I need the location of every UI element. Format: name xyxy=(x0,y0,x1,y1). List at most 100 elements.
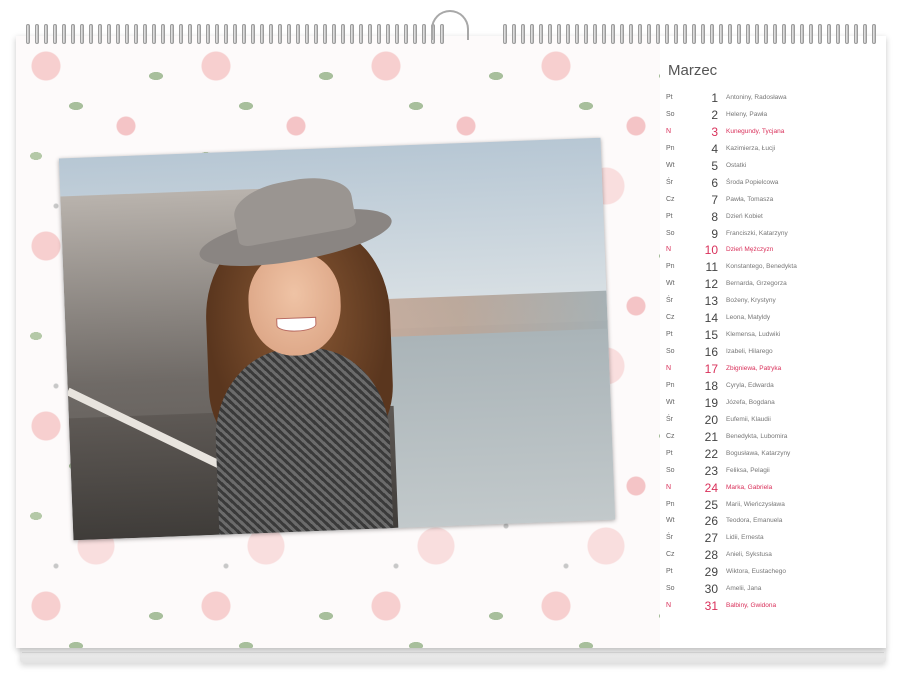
spiral-ring xyxy=(782,24,786,44)
day-row: Cz 21 Benedykta, Lubomira xyxy=(666,429,881,446)
day-row: Śr 20 Eufemii, Klaudii xyxy=(666,412,881,429)
day-of-week: Śr xyxy=(666,534,673,542)
day-of-week: N xyxy=(666,246,672,254)
day-of-week: Śr xyxy=(666,415,673,423)
day-number: 8 xyxy=(711,209,718,224)
spiral-ring xyxy=(548,24,552,44)
spiral-ring xyxy=(647,24,651,44)
spiral-ring xyxy=(746,24,750,44)
name-day: Wiktora, Eustachego xyxy=(726,568,786,576)
day-number: 7 xyxy=(711,192,718,207)
day-list: Pt 1 Antoniny, Radosława So 2 Heleny, Pawła N 3… xyxy=(666,90,881,615)
day-row: Śr 27 Lidii, Ernesta xyxy=(666,530,881,547)
spiral-ring xyxy=(728,24,732,44)
day-number: 13 xyxy=(704,294,718,309)
day-row: Pt 15 Klemensa, Ludwiki xyxy=(666,327,881,344)
spiral-ring xyxy=(332,24,336,44)
photo-woman-coat xyxy=(212,344,394,541)
spiral-ring xyxy=(845,24,849,44)
day-number: 24 xyxy=(704,480,718,495)
spiral-ring xyxy=(719,24,723,44)
day-row: Pn 18 Cyryla, Edwarda xyxy=(666,378,881,395)
spiral-ring xyxy=(80,24,84,44)
month-title: Marzec xyxy=(668,62,718,79)
day-row: Pt 1 Antoniny, Radosława xyxy=(666,90,881,107)
day-of-week: Wt xyxy=(666,517,675,525)
day-row: Pt 22 Bogusława, Katarzyny xyxy=(666,446,881,463)
name-day: Józefa, Bogdana xyxy=(726,398,775,406)
spiral-ring xyxy=(638,24,642,44)
spiral-ring xyxy=(665,24,669,44)
name-day: Lidii, Ernesta xyxy=(726,534,764,542)
day-row: Pt 29 Wiktora, Eustachego xyxy=(666,564,881,581)
day-number: 2 xyxy=(711,107,718,122)
day-number: 18 xyxy=(704,378,718,393)
day-row: Wt 19 Józefa, Bogdana xyxy=(666,395,881,412)
spiral-ring xyxy=(404,24,408,44)
spiral-ring xyxy=(683,24,687,44)
day-row: Pn 25 Marii, Wieńczysława xyxy=(666,497,881,514)
day-row: Wt 26 Teodora, Emanuela xyxy=(666,513,881,530)
spiral-ring xyxy=(854,24,858,44)
spiral-ring xyxy=(656,24,660,44)
day-number: 17 xyxy=(704,362,718,376)
spiral-ring xyxy=(557,24,561,44)
name-day: Teodora, Emanuela xyxy=(726,517,783,525)
day-of-week: Pt xyxy=(666,94,673,101)
name-day: Feliksa, Pelagii xyxy=(726,466,770,474)
day-number: 12 xyxy=(704,277,718,292)
spiral-ring xyxy=(116,24,120,44)
day-number: 30 xyxy=(704,582,718,597)
spiral-ring xyxy=(809,24,813,44)
spiral-ring xyxy=(422,24,426,44)
name-day: Amelii, Jana xyxy=(726,585,762,593)
spiral-ring xyxy=(701,24,705,44)
spiral-ring xyxy=(413,24,417,44)
day-of-week: Cz xyxy=(666,432,675,440)
day-number: 4 xyxy=(711,141,718,156)
day-row: N 31 Balbiny, Gwidona xyxy=(666,598,881,615)
day-row: So 30 Amelii, Jana xyxy=(666,581,881,598)
spiral-ring xyxy=(197,24,201,44)
spiral-ring xyxy=(215,24,219,44)
day-of-week: Wt xyxy=(666,161,675,169)
name-day: Benedykta, Lubomira xyxy=(726,432,788,440)
day-number: 28 xyxy=(704,548,718,563)
spiral-ring xyxy=(872,24,876,44)
spiral-ring xyxy=(791,24,795,44)
spiral-ring xyxy=(179,24,183,44)
day-of-week: Cz xyxy=(666,314,675,322)
day-number: 16 xyxy=(704,345,718,360)
day-row: Wt 5 Ostatki xyxy=(666,158,881,175)
day-number: 6 xyxy=(711,175,718,190)
spiral-ring xyxy=(206,24,210,44)
day-number: 1 xyxy=(711,91,718,105)
spiral-ring xyxy=(53,24,57,44)
day-row: Wt 12 Bernarda, Grzegorza xyxy=(666,276,881,293)
name-day: Marii, Wieńczysława xyxy=(726,500,785,508)
day-of-week: Pt xyxy=(666,331,673,339)
spiral-ring xyxy=(233,24,237,44)
day-of-week: N xyxy=(666,365,672,372)
day-row: N 17 Zbigniewa, Patryka xyxy=(666,361,881,378)
day-number: 26 xyxy=(704,514,718,529)
page-stack-edge xyxy=(22,652,884,663)
day-number: 5 xyxy=(711,158,718,173)
name-day: Izabeli, Hilarego xyxy=(726,348,773,356)
day-row: N 10 Dzień Mężczyzn xyxy=(666,242,881,259)
name-day: Środa Popielcowa xyxy=(726,178,779,186)
day-number: 20 xyxy=(704,412,718,427)
spiral-ring xyxy=(107,24,111,44)
name-day: Antoniny, Radosława xyxy=(726,94,787,101)
day-of-week: N xyxy=(666,127,672,135)
day-row: Cz 14 Leona, Matyldy xyxy=(666,310,881,327)
day-number: 3 xyxy=(711,124,718,139)
day-of-week: So xyxy=(666,110,675,118)
spiral-ring xyxy=(71,24,75,44)
spiral-ring xyxy=(188,24,192,44)
name-day: Anieli, Sykstusa xyxy=(726,551,772,559)
day-row: So 16 Izabeli, Hilarego xyxy=(666,344,881,361)
spiral-ring xyxy=(620,24,624,44)
day-number: 27 xyxy=(704,531,718,546)
day-of-week: Wt xyxy=(666,398,675,406)
